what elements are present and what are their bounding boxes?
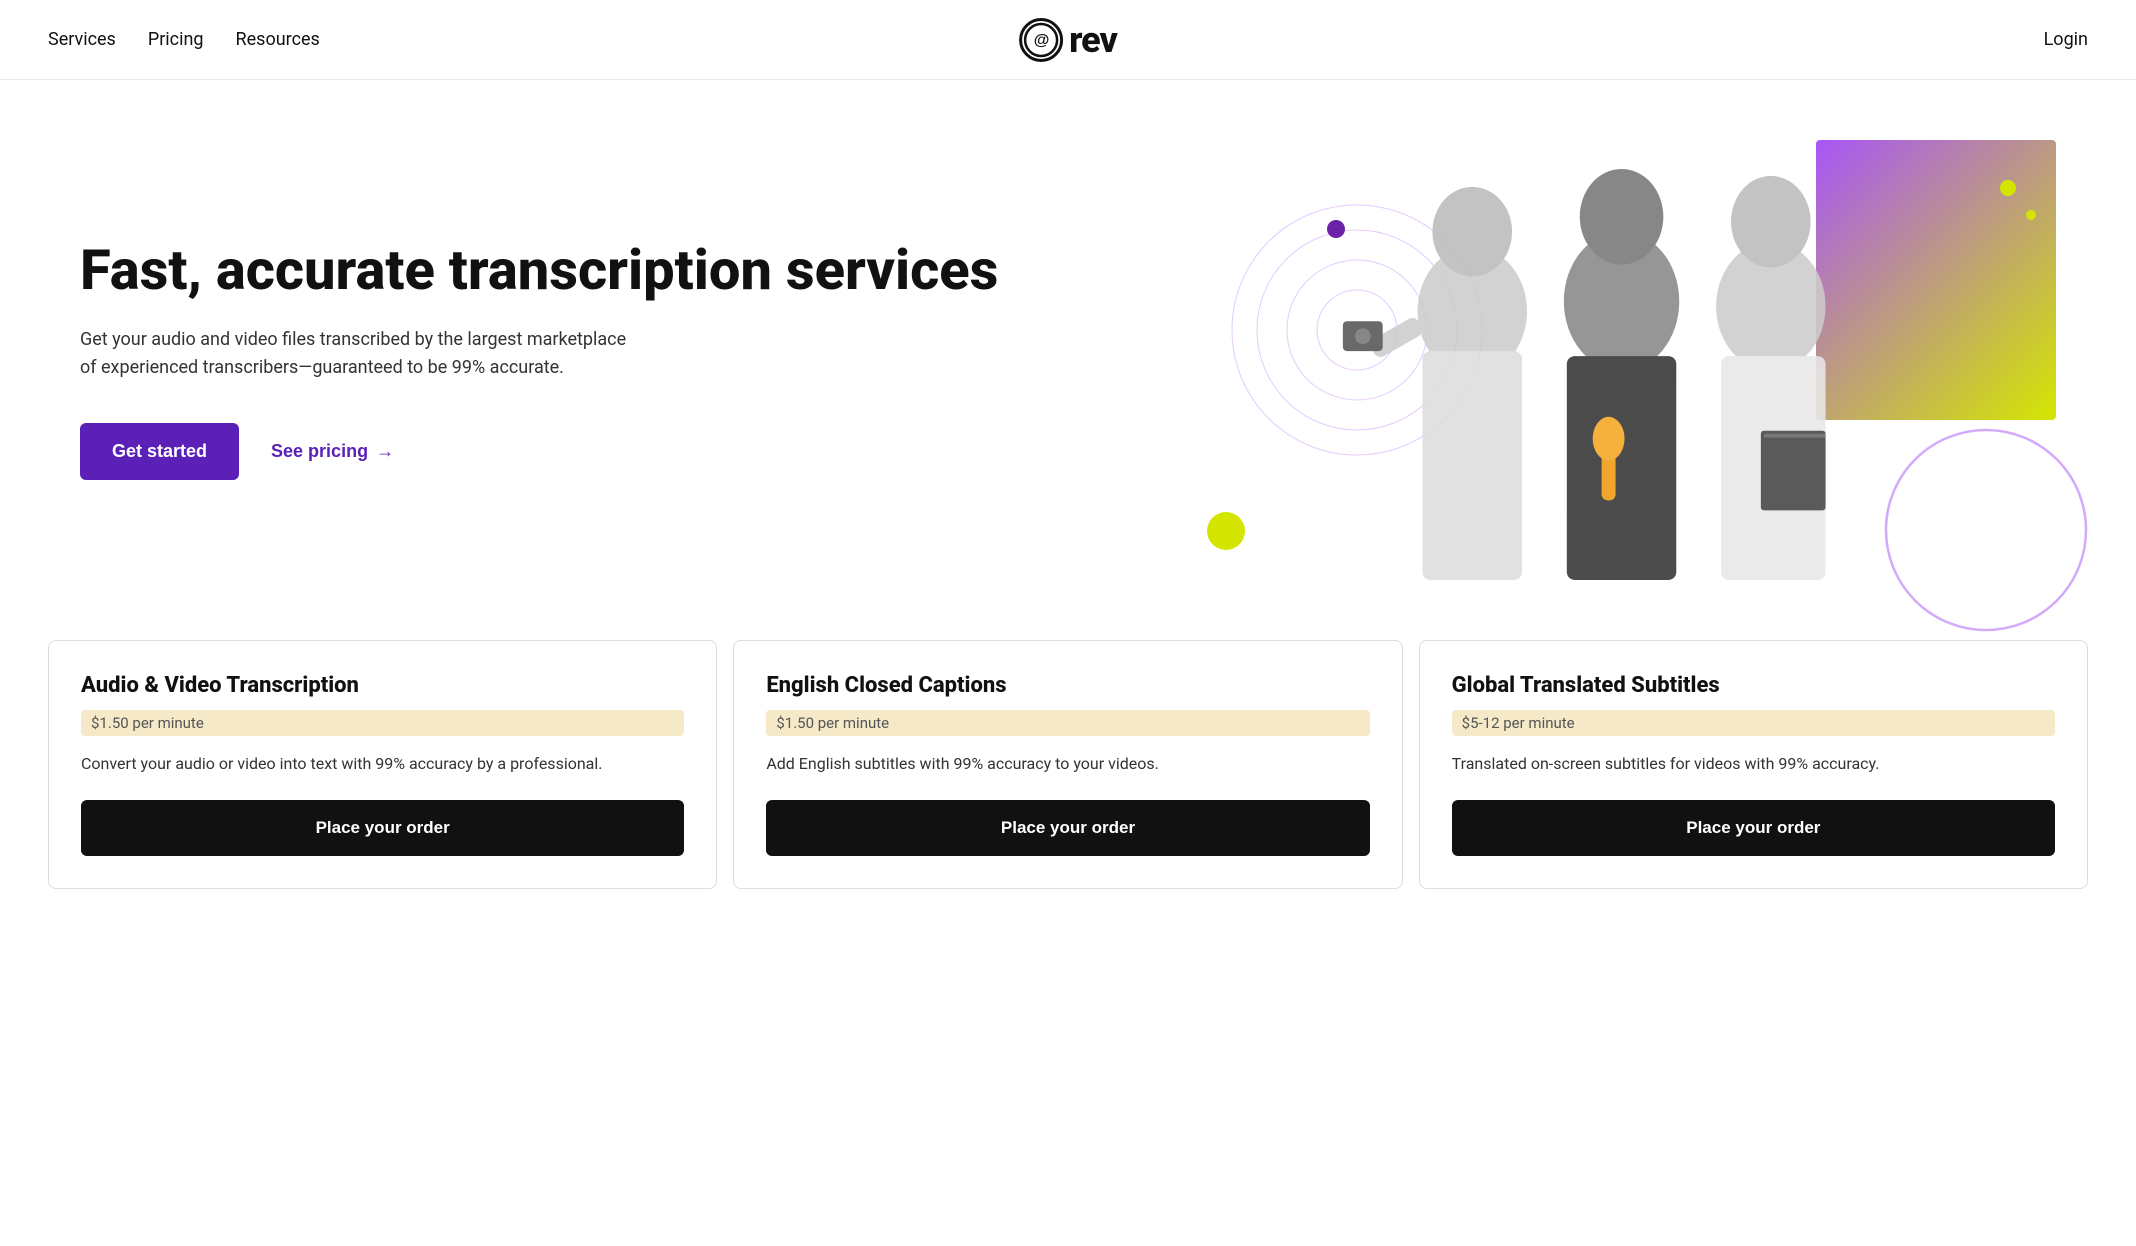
hero-left: Fast, accurate transcription services Ge… <box>80 240 1167 480</box>
service-title-captions: English Closed Captions <box>766 673 1369 698</box>
see-pricing-button[interactable]: See pricing → <box>271 441 394 462</box>
hero-actions: Get started See pricing → <box>80 423 1167 480</box>
hero-title: Fast, accurate transcription services <box>80 240 1167 302</box>
yellow-dot2-decoration <box>2000 180 2016 196</box>
logo[interactable]: @ rev <box>1019 18 1117 62</box>
svg-text:@: @ <box>1034 32 1049 49</box>
service-price-subtitles: $5-12 per minute <box>1452 710 2055 736</box>
nav-left: Services Pricing Resources <box>48 29 320 50</box>
hero-right <box>1167 140 2056 580</box>
see-pricing-label: See pricing <box>271 441 368 462</box>
order-button-transcription[interactable]: Place your order <box>81 800 684 856</box>
order-button-captions[interactable]: Place your order <box>766 800 1369 856</box>
header: Services Pricing Resources @ rev Login <box>0 0 2136 80</box>
yellow-dot3-decoration <box>2026 210 2036 220</box>
card-bottom-transcription: Place your order <box>81 800 684 888</box>
nav-resources[interactable]: Resources <box>236 29 320 50</box>
nav-pricing[interactable]: Pricing <box>148 29 204 50</box>
logo-at-icon: @ <box>1019 18 1063 62</box>
purple-dot-decoration <box>1327 220 1345 238</box>
service-price-transcription: $1.50 per minute <box>81 710 684 736</box>
service-card-captions: English Closed Captions $1.50 per minute… <box>733 640 1402 889</box>
login-button[interactable]: Login <box>2044 29 2088 50</box>
nav-right: Login <box>2044 29 2088 50</box>
hero-people-illustration <box>1167 162 2056 580</box>
order-button-subtitles[interactable]: Place your order <box>1452 800 2055 856</box>
service-card-subtitles: Global Translated Subtitles $5-12 per mi… <box>1419 640 2088 889</box>
hero-section: Fast, accurate transcription services Ge… <box>0 80 2136 640</box>
service-title-transcription: Audio & Video Transcription <box>81 673 684 698</box>
hero-subtitle: Get your audio and video files transcrib… <box>80 326 640 384</box>
service-price-captions: $1.50 per minute <box>766 710 1369 736</box>
service-desc-subtitles: Translated on-screen subtitles for video… <box>1452 752 2055 776</box>
card-bottom-subtitles: Place your order <box>1452 800 2055 888</box>
nav-services[interactable]: Services <box>48 29 116 50</box>
get-started-button[interactable]: Get started <box>80 423 239 480</box>
service-desc-captions: Add English subtitles with 99% accuracy … <box>766 752 1369 776</box>
arrow-icon: → <box>376 441 394 462</box>
card-bottom-captions: Place your order <box>766 800 1369 888</box>
service-card-transcription: Audio & Video Transcription $1.50 per mi… <box>48 640 717 889</box>
logo-text: rev <box>1069 19 1117 61</box>
service-desc-transcription: Convert your audio or video into text wi… <box>81 752 684 776</box>
service-title-subtitles: Global Translated Subtitles <box>1452 673 2055 698</box>
yellow-dot-decoration <box>1207 512 1245 550</box>
services-section: Audio & Video Transcription $1.50 per mi… <box>0 640 2136 889</box>
